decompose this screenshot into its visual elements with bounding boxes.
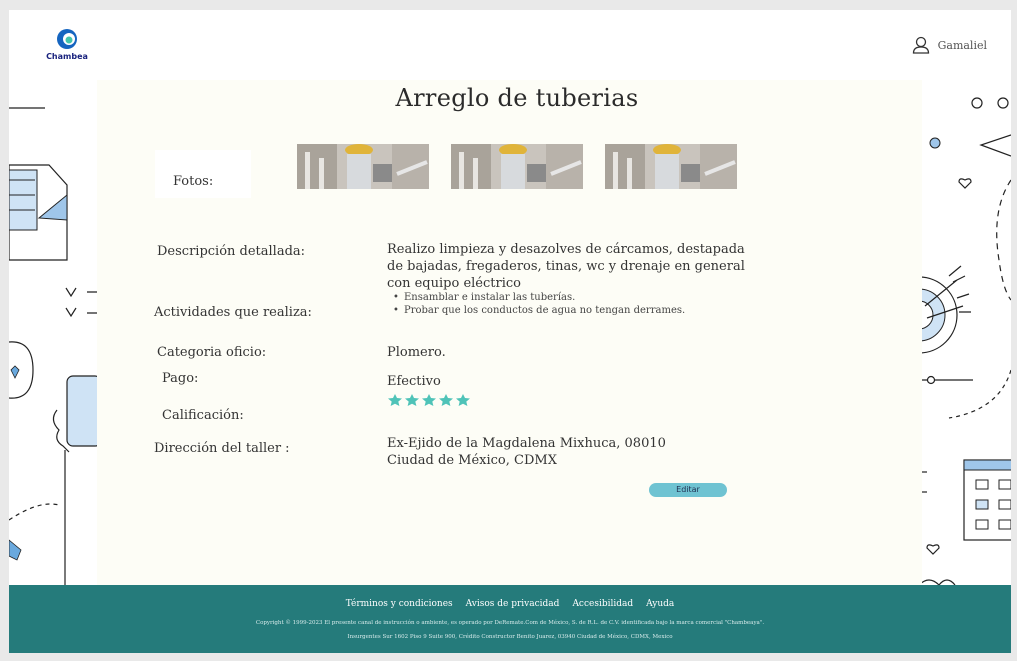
footer-link-accessibility[interactable]: Accesibilidad [572, 599, 633, 609]
user-name: Gamaliel [937, 38, 987, 52]
star-icon [439, 394, 453, 406]
description-text: Realizo limpieza y desazolves de cárcamo… [387, 242, 745, 291]
footer-copyright: Copyright © 1999-2023 El presente canal … [255, 620, 765, 626]
photos-label: Fotos: [173, 174, 214, 189]
activity-item: Probar que los conductos de agua no teng… [393, 304, 685, 317]
activities-list: Ensamblar e instalar las tuberías. Proba… [393, 291, 685, 317]
footer: Términos y condiciones Avisos de privaci… [9, 585, 1011, 653]
star-icon [456, 394, 470, 406]
plumber-photo-icon [297, 144, 429, 189]
activities-label: Actividades que realiza: [154, 305, 312, 320]
service-photo[interactable] [297, 144, 429, 189]
star-icon [422, 394, 436, 406]
page-title: Arreglo de tuberias [395, 84, 639, 112]
footer-link-help[interactable]: Ayuda [646, 599, 674, 609]
service-photo[interactable] [605, 144, 737, 189]
user-icon [912, 36, 929, 54]
category-value: Plomero. [387, 345, 446, 360]
address-line-2: Ciudad de México, CDMX [387, 453, 557, 468]
plumber-photo-icon [451, 144, 583, 189]
footer-links: Términos y condiciones Avisos de privaci… [9, 599, 1011, 609]
description-label: Descripción detallada: [157, 244, 306, 259]
footer-address: Insurgentes Sur 1602 Piso 9 Suite 900, C… [347, 634, 673, 640]
payment-value: Efectivo [387, 374, 441, 389]
chambea-logo-icon [57, 29, 77, 49]
user-menu[interactable]: Gamaliel [912, 36, 987, 54]
right-illustration [919, 80, 1011, 585]
edit-button[interactable]: Editar [649, 483, 727, 497]
star-icon [388, 394, 402, 406]
rating-label: Calificación: [162, 408, 244, 423]
rating-stars [387, 393, 471, 407]
top-bar: Chambea Gamaliel [9, 10, 1011, 80]
payment-label: Pago: [162, 371, 199, 386]
activity-item: Ensamblar e instalar las tuberías. [393, 291, 685, 304]
service-card: Arreglo de tuberias Fotos: Descripción d… [97, 80, 922, 585]
star-icon [405, 394, 419, 406]
footer-link-terms[interactable]: Términos y condiciones [346, 599, 453, 609]
address-label: Dirección del taller : [154, 441, 290, 456]
category-label: Categoria oficio: [157, 345, 267, 360]
plumber-photo-icon [605, 144, 737, 189]
service-photo[interactable] [451, 144, 583, 189]
address-line-1: Ex-Ejido de la Magdalena Mixhuca, 08010 [387, 436, 666, 451]
left-illustration [9, 80, 99, 585]
chambea-logo[interactable]: Chambea [44, 28, 90, 64]
page: Chambea Gamaliel Arreglo de tuberias Fot… [9, 10, 1011, 653]
footer-link-privacy[interactable]: Avisos de privacidad [466, 599, 560, 609]
logo-text: Chambea [46, 52, 88, 61]
